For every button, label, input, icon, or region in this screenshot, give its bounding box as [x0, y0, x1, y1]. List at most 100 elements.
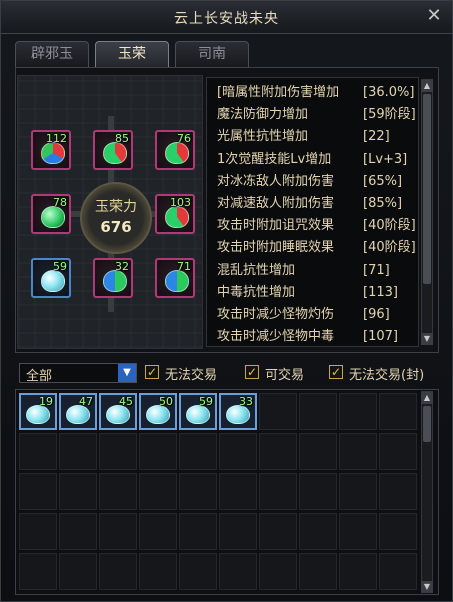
gem-count: 59 [53, 260, 67, 273]
inventory-slot-empty[interactable] [379, 393, 417, 430]
scroll-up-icon[interactable]: ▲ [421, 80, 433, 92]
stat-name: 1次觉醒技能Lv增加 [217, 151, 332, 167]
inventory-slot-empty[interactable] [299, 513, 337, 550]
inventory-slot-empty[interactable] [259, 513, 297, 550]
inventory-slot-empty[interactable] [299, 393, 337, 430]
red-green-gem-icon [103, 142, 127, 164]
gem-count: 71 [177, 260, 191, 273]
stat-value: [40阶段] [363, 240, 416, 256]
stat-row: 光属性抗性增加 [22] [207, 126, 418, 148]
green-gem-icon [41, 206, 65, 228]
tab-bixieyu[interactable]: 辟邪玉 [15, 41, 89, 67]
stat-name: 对减速敌人附加伤害 [217, 195, 335, 211]
inventory-slot-empty[interactable] [339, 473, 377, 510]
stat-scrollbar[interactable]: ▲ ▼ [421, 79, 433, 345]
inventory-slot-empty[interactable] [179, 473, 217, 510]
inventory-slot-empty[interactable] [379, 513, 417, 550]
inventory-slot-empty[interactable] [259, 473, 297, 510]
stat-value: [71] [363, 262, 390, 278]
tab-yurong[interactable]: 玉荣 [95, 41, 169, 67]
inventory-slot-empty[interactable] [179, 433, 217, 470]
inventory-item[interactable]: 50 [139, 393, 177, 430]
gem-slot-3[interactable]: 76 [155, 130, 195, 170]
gem-slot-8[interactable]: 71 [155, 258, 195, 298]
stat-row: 攻击时减少怪物灼伤 [96] [207, 304, 418, 326]
inventory-slot-empty[interactable] [139, 473, 177, 510]
inventory-slot-empty[interactable] [379, 433, 417, 470]
gem-slot-7[interactable]: 32 [93, 258, 133, 298]
inventory-slot-empty[interactable] [299, 473, 337, 510]
inventory-slot-empty[interactable] [19, 433, 57, 470]
inventory-slot-empty[interactable] [379, 553, 417, 590]
inventory-slot-empty[interactable] [299, 433, 337, 470]
inventory-slot-empty[interactable] [19, 553, 57, 590]
inventory-slot-empty[interactable] [179, 513, 217, 550]
gem-slot-1[interactable]: 112 [31, 130, 71, 170]
inventory-slot-empty[interactable] [259, 393, 297, 430]
green-blue-gem-icon [165, 270, 189, 292]
inventory-slot-empty[interactable] [339, 513, 377, 550]
stat-name: 攻击时减少怪物中毒 [217, 329, 335, 345]
inventory-item[interactable]: 45 [99, 393, 137, 430]
close-icon[interactable]: ✕ [424, 6, 444, 26]
item-count: 50 [159, 395, 173, 408]
inventory-slot-empty[interactable] [259, 433, 297, 470]
gem-slot-4[interactable]: 78 [31, 194, 71, 234]
chevron-down-icon[interactable]: ▼ [118, 364, 136, 382]
multi-gem-icon [41, 142, 65, 164]
untradeable-sealed-checkbox[interactable]: ✓ [329, 365, 343, 379]
inventory-slot-empty[interactable] [59, 473, 97, 510]
inventory-item[interactable]: 47 [59, 393, 97, 430]
inventory-slot-empty[interactable] [299, 553, 337, 590]
inventory-slot-empty[interactable] [59, 433, 97, 470]
inventory-slot-empty[interactable] [139, 553, 177, 590]
tradeable-checkbox[interactable]: ✓ [245, 365, 259, 379]
inventory-slot-empty[interactable] [259, 553, 297, 590]
scroll-up-icon[interactable]: ▲ [421, 392, 433, 404]
inventory-slot-empty[interactable] [99, 553, 137, 590]
inventory-slot-empty[interactable] [59, 513, 97, 550]
inventory-slot-empty[interactable] [99, 513, 137, 550]
scroll-down-icon[interactable]: ▼ [421, 333, 433, 345]
inventory-slot-empty[interactable] [219, 433, 257, 470]
gem-slot-6[interactable]: 59 [31, 258, 71, 298]
inventory-grid: 19 47 45 50 59 33 [15, 389, 439, 595]
inventory-slot-empty[interactable] [339, 553, 377, 590]
inventory-slot-empty[interactable] [219, 553, 257, 590]
item-count: 45 [119, 395, 133, 408]
stat-name: 攻击时附加诅咒效果 [217, 218, 335, 234]
inventory-slot-empty[interactable] [219, 473, 257, 510]
inventory-slot-empty[interactable] [19, 513, 57, 550]
title-bar[interactable]: 云上长安战未央 ✕ [1, 1, 452, 34]
inventory-scroll-thumb[interactable] [423, 406, 431, 442]
inventory-slot-empty[interactable] [139, 513, 177, 550]
inventory-slot-empty[interactable] [379, 473, 417, 510]
inventory-slot-empty[interactable] [219, 513, 257, 550]
yurong-power-value: 676 [100, 218, 132, 236]
inventory-slot-empty[interactable] [19, 473, 57, 510]
inventory-slot-empty[interactable] [139, 433, 177, 470]
inventory-slot-empty[interactable] [339, 433, 377, 470]
gem-slot-5[interactable]: 103 [155, 194, 195, 234]
inventory-slot-empty[interactable] [99, 473, 137, 510]
untradeable-checkbox[interactable]: ✓ [145, 365, 159, 379]
inventory-scrollbar[interactable]: ▲ ▼ [421, 391, 433, 593]
stat-scroll-thumb[interactable] [423, 94, 431, 284]
jade-window: 云上长安战未央 ✕ 辟邪玉 玉荣 司南 玉荣力 676 112 85 76 78… [0, 0, 453, 602]
inventory-item[interactable]: 19 [19, 393, 57, 430]
inventory-slot-empty[interactable] [339, 393, 377, 430]
category-select[interactable]: 全部 ▼ [19, 363, 137, 384]
inventory-slot-empty[interactable] [99, 433, 137, 470]
stat-list[interactable]: [暗属性附加伤害增加 [36.0%] 魔法防御力增加 [59阶段] 光属性抗性增加 [… [206, 77, 419, 347]
stat-name: 攻击时附加睡眠效果 [217, 240, 335, 256]
scroll-down-icon[interactable]: ▼ [421, 581, 433, 593]
stat-name: 攻击时减少怪物灼伤 [217, 306, 335, 322]
stat-row: 1次觉醒技能Lv增加 [Lv+3] [207, 149, 418, 171]
gem-count: 112 [46, 132, 67, 145]
gem-slot-2[interactable]: 85 [93, 130, 133, 170]
inventory-item[interactable]: 59 [179, 393, 217, 430]
inventory-slot-empty[interactable] [179, 553, 217, 590]
tab-sinan[interactable]: 司南 [175, 41, 249, 67]
inventory-item[interactable]: 33 [219, 393, 257, 430]
inventory-slot-empty[interactable] [59, 553, 97, 590]
